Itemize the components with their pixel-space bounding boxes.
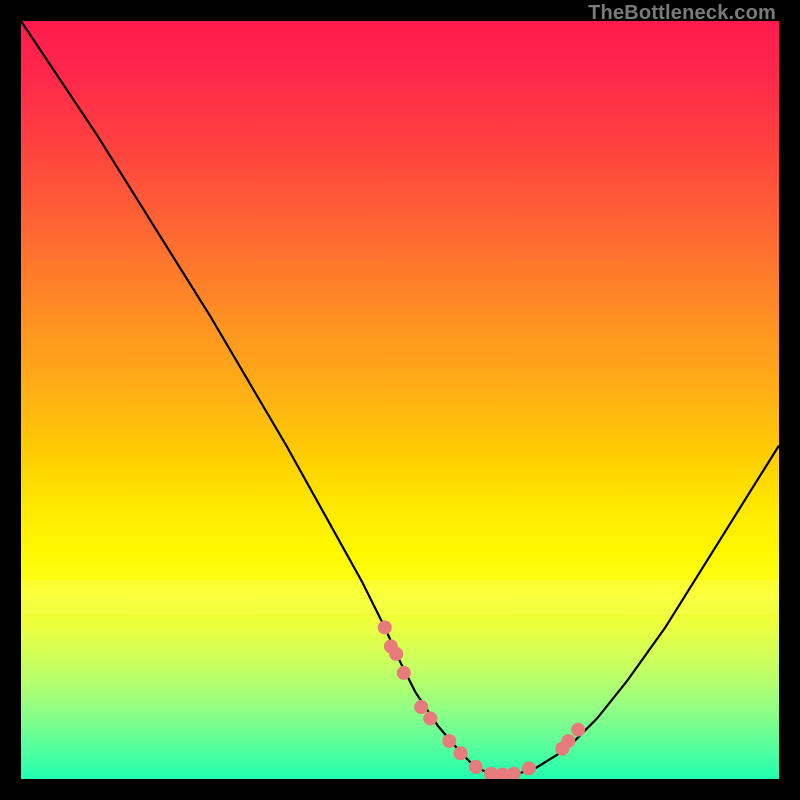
marker-dot [442,734,456,748]
marker-dot [561,734,575,748]
chart-frame: TheBottleneck.com [0,0,800,800]
marker-dot [378,620,392,634]
marker-dot [397,666,411,680]
marker-dot [522,761,536,775]
marker-dot [454,746,468,760]
marker-dot [507,767,521,779]
marker-dot [423,711,437,725]
attribution-text: TheBottleneck.com [588,2,776,25]
marker-dot [414,700,428,714]
bottleneck-curve [21,21,779,775]
marker-dot [571,723,585,737]
marker-dot [469,760,483,774]
marker-dot [389,647,403,661]
marker-dots [378,620,585,779]
curve-layer [21,21,779,779]
